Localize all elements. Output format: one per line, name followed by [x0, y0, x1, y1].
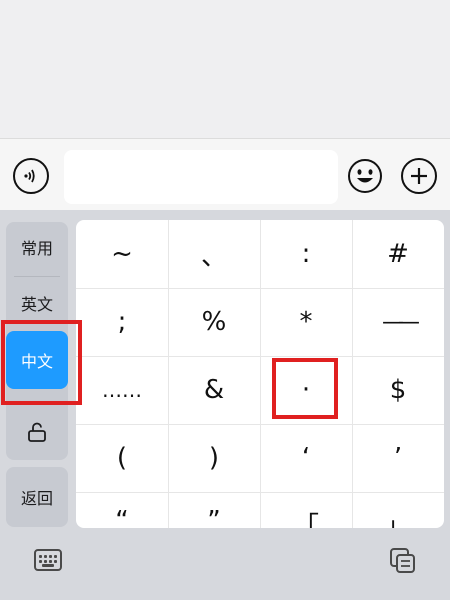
symbol-key[interactable]: )	[168, 424, 260, 492]
plus-circle-icon	[411, 168, 427, 184]
symbol-key[interactable]: #	[352, 220, 444, 288]
category-common[interactable]: 常用	[6, 218, 68, 276]
lock-open-icon	[28, 422, 46, 442]
symbol-key[interactable]: ~	[76, 220, 168, 288]
symbol-key[interactable]: $	[352, 356, 444, 424]
symbol-key[interactable]: 、	[168, 220, 260, 288]
highlight-box-middle-dot	[272, 358, 338, 419]
symbol-key[interactable]: 」	[352, 492, 444, 528]
symbol-key[interactable]: %	[168, 288, 260, 356]
symbol-key[interactable]: “	[76, 492, 168, 528]
symbol-grid: ~ 、 : # ; % * —— …… & · $ ( ) ‘ ’ “ ” 「 …	[76, 220, 444, 528]
clipboard-button[interactable]	[388, 547, 418, 575]
symbol-key[interactable]: *	[260, 288, 352, 356]
symbol-key[interactable]: ’	[352, 424, 444, 492]
voice-wave-icon	[24, 169, 35, 183]
message-input[interactable]	[64, 150, 338, 204]
symbol-key[interactable]: (	[76, 424, 168, 492]
symbol-key[interactable]: ——	[352, 288, 444, 356]
symbol-key[interactable]: ‘	[260, 424, 352, 492]
smiley-icon	[348, 159, 382, 193]
highlight-box-chinese	[1, 320, 82, 405]
emoji-button[interactable]	[347, 158, 383, 194]
chat-area	[0, 0, 450, 138]
keyboard-icon[interactable]	[34, 549, 62, 571]
symbol-key[interactable]: &	[168, 356, 260, 424]
voice-input-button[interactable]	[13, 158, 49, 194]
symbol-key[interactable]: ;	[76, 288, 168, 356]
more-button[interactable]	[401, 158, 437, 194]
symbol-key[interactable]: ”	[168, 492, 260, 528]
symbol-key[interactable]: 「	[260, 492, 352, 528]
back-button[interactable]: 返回	[6, 467, 68, 527]
symbol-key[interactable]: ……	[76, 356, 168, 424]
symbol-key[interactable]: :	[260, 220, 352, 288]
lock-toggle-button[interactable]	[6, 403, 68, 461]
copy-icon	[390, 548, 415, 573]
